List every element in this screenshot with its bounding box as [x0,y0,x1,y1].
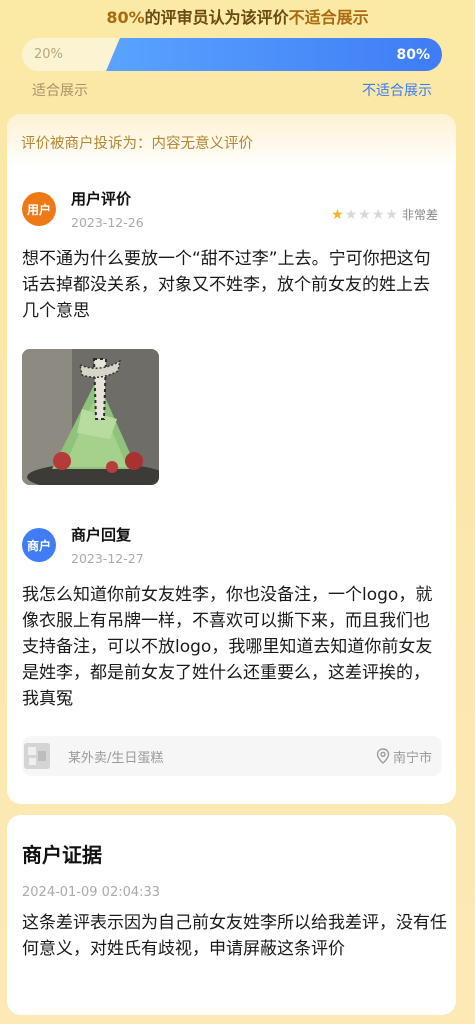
verdict-headline: 80%的评审员认为该评价不适合展示 [0,4,475,28]
review-date: 2023-12-26 [71,215,144,230]
review-photo[interactable] [22,349,159,485]
star-rating: ★ ★ ★ ★ ★ 非常差 [331,206,438,223]
shop-thumbnail-icon [24,743,50,769]
reply-author: 商户回复 [71,526,132,544]
star-icon: ★ [358,206,371,223]
cake-image [22,349,159,485]
merchant-reply-header: 商户 商户回复 2023-12-27 [22,524,144,566]
rating-text: 非常差 [401,208,438,222]
verdict-text: 的评审员认为该评价 [144,8,289,27]
star-icon: ★ [331,206,344,223]
verdict-percent: 80% [106,8,145,27]
avatar: 用户 [22,192,56,226]
location-text: 南宁市 [392,750,432,766]
shop-info-row[interactable]: 某外卖/生日蛋糕 南宁市 [22,736,442,776]
evidence-text: 这条差评表示因为自己前女友姓李所以给我差评，没有任何意义，对姓氏有歧视，申请屏蔽… [22,913,447,959]
star-icon: ★ [385,206,398,223]
reply-date: 2023-12-27 [71,551,144,566]
reply-text: 我怎么知道你前女友姓李，你也没备注，一个logo，就像衣服上有吊牌一样，不喜欢可… [22,585,433,709]
evidence-date: 2024-01-09 02:04:33 [22,885,161,900]
vote-unsuitable-percent: 80% [396,46,430,63]
verdict-result: 不适合展示 [288,8,369,27]
vote-unsuitable-label: 不适合展示 [362,83,432,99]
vote-suitable-percent: 20% [34,47,63,62]
vote-progress-bar: 20% 80% [22,38,442,71]
vote-suitable-label: 适合展示 [32,83,88,99]
vote-unsuitable-segment: 80% [106,38,442,71]
location-pin-icon [376,748,390,764]
vote-suitable-segment: 20% [22,38,116,71]
user-review-header: 用户 用户评价 2023-12-26 [22,188,144,230]
evidence-title: 商户证据 [22,843,102,867]
star-icon: ★ [371,206,385,223]
complaint-banner: 评价被商户投诉为：内容无意义评价 [7,114,456,168]
avatar: 商户 [22,528,56,562]
review-text: 想不通为什么要放一个“甜不过李”上去。宁可你把这句话去掉都没关系，对象又不姓李，… [22,249,431,321]
star-icon: ★ [344,206,358,223]
review-author: 用户评价 [71,190,132,208]
review-card: 评价被商户投诉为：内容无意义评价 用户 用户评价 2023-12-26 ★ ★ … [7,114,456,804]
vote-labels: 适合展示 不适合展示 [32,80,432,100]
shop-name: 某外卖/生日蛋糕 [68,750,164,766]
shop-location: 南宁市 [376,747,432,766]
evidence-card: 商户证据 2024-01-09 02:04:33 这条差评表示因为自己前女友姓李… [7,815,456,1015]
